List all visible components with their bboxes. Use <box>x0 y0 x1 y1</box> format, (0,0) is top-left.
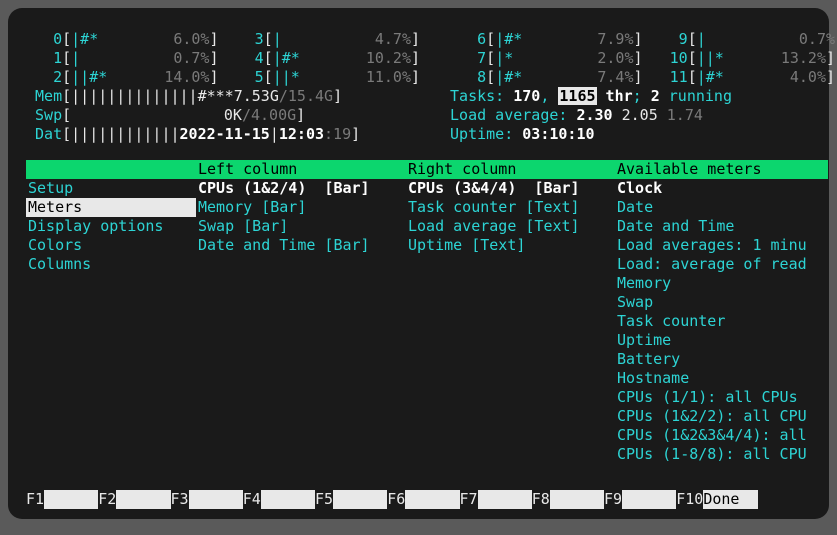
cpu-meter-8: 8[|#* 7.4%] <box>450 68 643 87</box>
avail-item[interactable]: CPUs (1&2/2): all CPU <box>615 407 828 426</box>
avail-item[interactable]: Load averages: 1 minu <box>615 236 828 255</box>
memory-meter: Mem[||||||||||||||#***7.53G/15.4G] <box>26 87 420 106</box>
fkey-f4[interactable]: F4 <box>243 490 315 509</box>
cpu-meter-10: 10[||* 13.2%] <box>643 49 836 68</box>
avail-item[interactable]: Task counter <box>615 312 828 331</box>
cpu-meter-3: 3[| 4.7%] <box>219 30 421 49</box>
fkey-f3[interactable]: F3 <box>171 490 243 509</box>
left-item-swap[interactable]: Swap [Bar] <box>196 217 406 236</box>
fkey-f10[interactable]: F10Done <box>676 490 757 509</box>
avail-item[interactable]: Battery <box>615 350 828 369</box>
tasks-counter: Tasks: 170, 1165 thr; 2 running <box>450 87 837 106</box>
setup-menu-panel[interactable]: Setup Meters Display options Colors Colu… <box>26 160 196 464</box>
panel-header: Available meters <box>615 160 828 179</box>
cpu-meter-1: 1[| 0.7%] <box>26 49 219 68</box>
avail-item[interactable]: Hostname <box>615 369 828 388</box>
cpu-meter-6: 6[|#* 7.9%] <box>450 30 643 49</box>
left-item-datetime[interactable]: Date and Time [Bar] <box>196 236 406 255</box>
avail-item[interactable]: CPUs (1-8/8): all CPU <box>615 445 828 464</box>
setup-panels: Setup Meters Display options Colors Colu… <box>26 160 811 464</box>
avail-item[interactable]: Uptime <box>615 331 828 350</box>
avail-item[interactable]: CPUs (1&2&3&4/4): all <box>615 426 828 445</box>
right-item-load[interactable]: Load average [Text] <box>406 217 615 236</box>
available-meters-panel[interactable]: Available meters Clock Date Date and Tim… <box>615 160 828 464</box>
uptime: Uptime: 03:10:10 <box>450 125 837 144</box>
setup-item-colors[interactable]: Colors <box>26 236 196 255</box>
fkey-f8[interactable]: F8 <box>532 490 604 509</box>
setup-item-meters[interactable]: Meters <box>26 198 196 217</box>
avail-item[interactable]: Swap <box>615 293 828 312</box>
panel-header: Left column <box>196 160 406 179</box>
fkey-f1[interactable]: F1 <box>26 490 98 509</box>
swap-meter: Swp[0K/4.00G] <box>26 106 420 125</box>
fkey-f9[interactable]: F9 <box>604 490 676 509</box>
right-item-tasks[interactable]: Task counter [Text] <box>406 198 615 217</box>
panel-header <box>26 160 196 179</box>
fkey-f2[interactable]: F2 <box>98 490 170 509</box>
cpu-meter-9: 9[| 0.7%] <box>643 30 837 49</box>
right-item-cpus[interactable]: CPUs (3&4/4) [Bar] <box>406 179 615 198</box>
cpu-meter-4: 4[|#* 10.2%] <box>219 49 421 68</box>
cpu-meter-0: 0[|#* 6.0%] <box>26 30 219 49</box>
setup-item-display[interactable]: Display options <box>26 217 196 236</box>
meters-header: 0[|#* 6.0%] 3[| 4.7%] 1[| 0.7%] 4[|#* 10… <box>26 30 811 144</box>
fkey-f7[interactable]: F7 <box>460 490 532 509</box>
avail-item[interactable]: Clock <box>615 179 828 198</box>
fkey-f5[interactable]: F5 <box>315 490 387 509</box>
right-column-panel[interactable]: Right column CPUs (3&4/4) [Bar] Task cou… <box>406 160 615 464</box>
load-average: Load average: 2.30 2.05 1.74 <box>450 106 837 125</box>
avail-item[interactable]: Date and Time <box>615 217 828 236</box>
panel-header: Right column <box>406 160 615 179</box>
avail-item[interactable]: Date <box>615 198 828 217</box>
cpu-meter-11: 11[|#* 4.0%] <box>643 68 836 87</box>
setup-item-columns[interactable]: Columns <box>26 255 196 274</box>
cpu-meter-2: 2[||#* 14.0%] <box>26 68 219 87</box>
left-column-panel[interactable]: Left column CPUs (1&2/4) [Bar] Memory [B… <box>196 160 406 464</box>
setup-item-setup[interactable]: Setup <box>26 179 196 198</box>
htop-window: 0[|#* 6.0%] 3[| 4.7%] 1[| 0.7%] 4[|#* 10… <box>8 8 829 519</box>
avail-item[interactable]: Load: average of read <box>615 255 828 274</box>
right-item-uptime[interactable]: Uptime [Text] <box>406 236 615 255</box>
avail-item[interactable]: Memory <box>615 274 828 293</box>
cpu-meter-7: 7[|* 2.0%] <box>450 49 643 68</box>
fkey-f6[interactable]: F6 <box>387 490 459 509</box>
cpu-meter-5: 5[||* 11.0%] <box>219 68 421 87</box>
left-item-memory[interactable]: Memory [Bar] <box>196 198 406 217</box>
function-key-bar: F1 F2 F3 F4 F5 F6 F7 F8 F9 F10Done <box>26 490 811 509</box>
left-item-cpus[interactable]: CPUs (1&2/4) [Bar] <box>196 179 406 198</box>
datetime-meter: Dat[||||||||||||2022-11-15|12:03:19] <box>26 125 420 144</box>
avail-item[interactable]: CPUs (1/1): all CPUs <box>615 388 828 407</box>
